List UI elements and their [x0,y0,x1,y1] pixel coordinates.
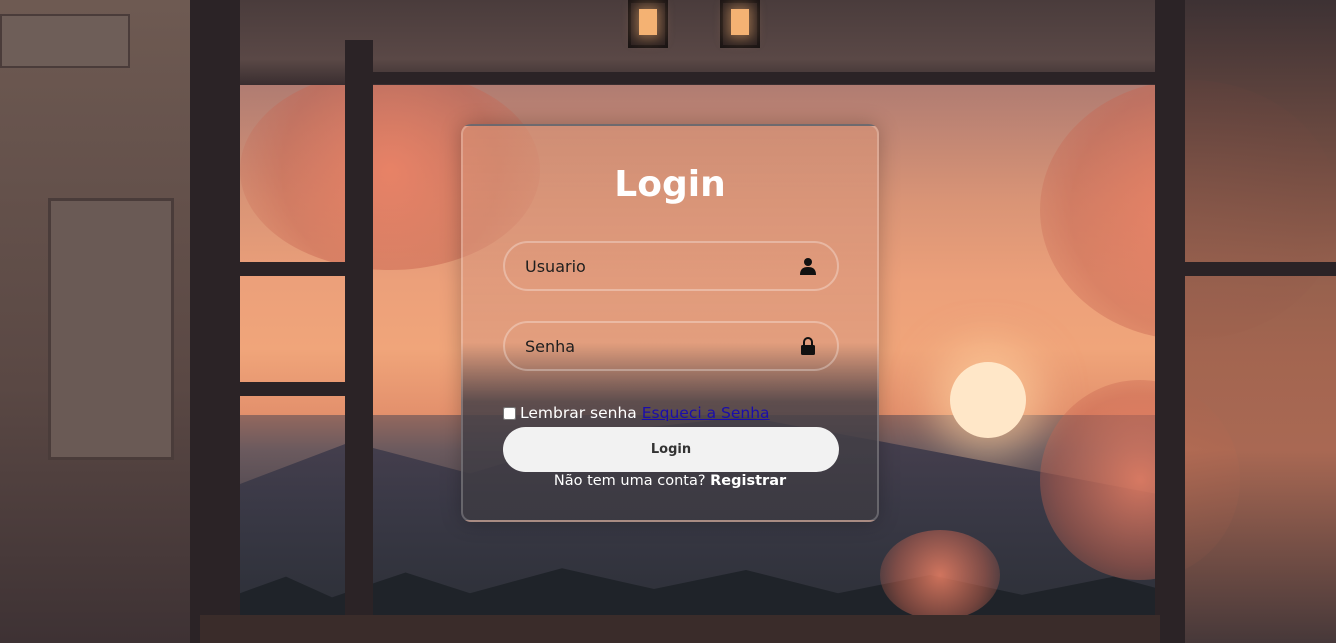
forgot-password-link[interactable]: Esqueci a Senha [642,404,770,422]
username-field [503,241,839,291]
login-title: Login [614,164,726,205]
lock-icon [799,337,817,355]
window-header-rail [373,72,1155,84]
sun-illustration [950,362,1026,438]
wall-calendar [48,198,174,460]
login-card: Login Lembrar senha Esqueci a Senha Logi… [461,124,879,522]
window-rail-right [1185,262,1336,276]
password-field [503,321,839,371]
register-link[interactable]: Registrar [710,473,786,489]
blossom-tree [880,530,1000,620]
lantern-right [720,0,760,48]
no-account-text: Não tem uma conta? [553,473,711,489]
window-sill [200,615,1160,643]
remember-row: Lembrar senha Esqueci a Senha [503,404,770,422]
wall-sign [0,14,130,68]
remember-checkbox[interactable] [503,406,516,420]
remember-label: Lembrar senha [520,404,637,422]
register-row: Não tem uma conta? Registrar [463,473,877,489]
user-icon [799,257,817,275]
lantern-left [628,0,668,48]
window-rail-left-2 [240,382,345,396]
window-rail-left-1 [240,262,345,276]
password-input[interactable] [505,323,837,369]
login-button[interactable]: Login [503,427,839,472]
window-mullion-left [345,40,373,640]
username-input[interactable] [505,243,837,289]
window-frame-left [190,0,240,643]
window-frame-right [1155,0,1185,643]
